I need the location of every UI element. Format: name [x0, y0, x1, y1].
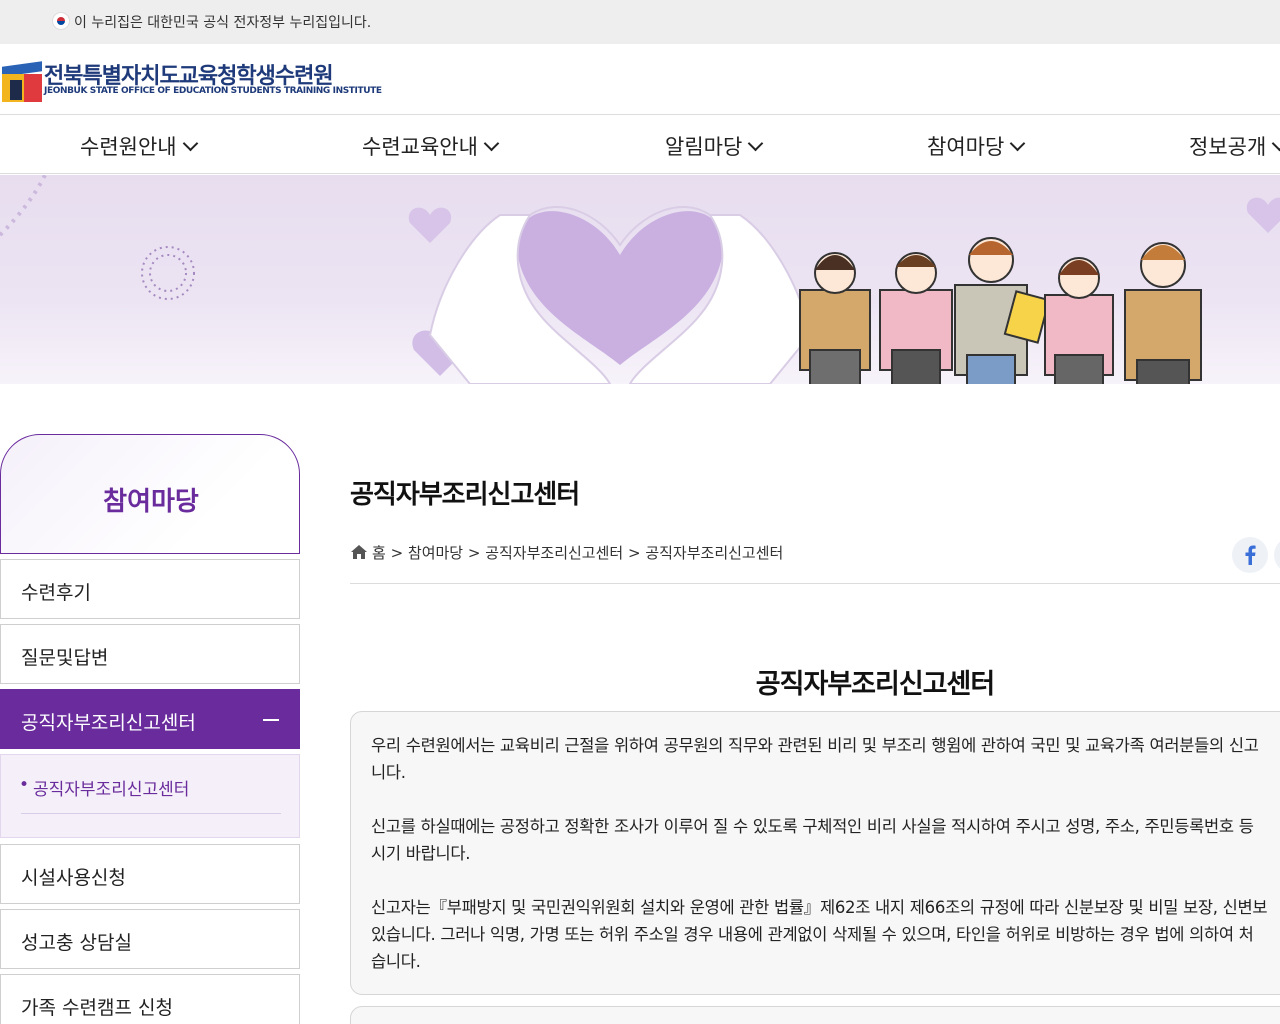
nav-label: 수련원안내 [80, 135, 177, 159]
section-title: 공직자부조리신고센터 [755, 669, 995, 700]
page-title: 공직자부조리신고센터 [350, 480, 580, 510]
nav-item-participation[interactable]: 참여마당 [927, 131, 1026, 161]
students-illustration [799, 237, 1202, 384]
nav-label: 수련교육안내 [362, 135, 478, 159]
chevron-down-icon [483, 135, 500, 152]
breadcrumb-path[interactable]: 홈 > 참여마당 > 공직자부조리신고센터 > 공직자부조리신고센터 [372, 544, 783, 562]
sidebar-item-corruption-report[interactable]: 공직자부조리신고센터 [0, 689, 300, 749]
share-button[interactable] [1274, 537, 1280, 573]
gov-identity-bar: 이 누리집은 대한민국 공식 전자정부 누리집입니다. [0, 0, 1280, 44]
logo-mark-icon [2, 58, 42, 102]
logo-english-name: JEONBUK STATE OFFICE OF EDUCATION STUDEN… [44, 86, 382, 96]
sidebar-item-review[interactable]: 수련후기 [0, 559, 300, 619]
sidebar-item-label: 가족 수련캠프 신청 [21, 997, 173, 1019]
nav-label: 참여마당 [927, 135, 1005, 159]
korea-flag-icon [52, 12, 70, 30]
sidebar-item-label: 성고충 상담실 [21, 932, 132, 954]
nav-label: 알림마당 [665, 135, 743, 159]
sidebar-item-label: 공직자부조리신고센터 [21, 712, 196, 734]
second-content-box [350, 1006, 1280, 1024]
chevron-down-icon [1272, 135, 1280, 152]
minus-icon [263, 719, 279, 721]
notice-paragraph: 신고자는『부패방지 및 국민권익위원회 설치와 운영에 관한 법률』제62조 내… [371, 898, 1268, 971]
main-navigation: 수련원안내 수련교육안내 알림마당 참여마당 정보공개 [0, 114, 1280, 174]
content-divider [350, 583, 1280, 584]
site-logo[interactable]: 전북특별자치도교육청학생수련원 JEONBUK STATE OFFICE OF … [2, 56, 382, 104]
submenu-item-corruption-report[interactable]: 공직자부조리신고센터 [19, 775, 189, 800]
nav-item-disclosure[interactable]: 정보공개 [1189, 131, 1280, 161]
sidebar-item-label: 질문및답변 [21, 647, 109, 669]
sidebar-item-label: 수련후기 [21, 582, 91, 604]
sidebar-item-qna[interactable]: 질문및답변 [0, 624, 300, 684]
sidebar-title-box: 참여마당 [0, 434, 300, 554]
breadcrumb: 홈 > 참여마당 > 공직자부조리신고센터 > 공직자부조리신고센터 [350, 542, 783, 563]
chevron-down-icon [182, 135, 198, 152]
sidebar-item-label: 시설사용신청 [21, 867, 126, 889]
sidebar-item-counseling[interactable]: 성고충 상담실 [0, 909, 300, 969]
sidebar-title: 참여마당 [103, 487, 199, 517]
nav-item-training-info[interactable]: 수련원안내 [80, 131, 198, 161]
facebook-icon [1245, 545, 1256, 565]
submenu-divider [21, 813, 281, 814]
gov-identity-text: 이 누리집은 대한민국 공식 전자정부 누리집입니다. [74, 15, 372, 31]
nav-item-education-info[interactable]: 수련교육안내 [362, 131, 500, 161]
home-icon[interactable] [350, 544, 368, 560]
nav-item-notice[interactable]: 알림마당 [665, 131, 764, 161]
facebook-share-button[interactable] [1232, 537, 1268, 573]
notice-paragraph: 신고를 하실때에는 공정하고 정확한 조사가 이루어 질 수 있도록 구체적인 … [371, 817, 1254, 863]
sub-visual-banner [0, 175, 1280, 384]
chevron-down-icon [748, 135, 764, 152]
sidebar-item-family-camp[interactable]: 가족 수련캠프 신청 [0, 974, 300, 1024]
notice-paragraph: 우리 수련원에서는 교육비리 근절을 위하여 공무원의 직무와 관련된 비리 및… [371, 736, 1259, 782]
nav-label: 정보공개 [1189, 135, 1267, 159]
chevron-down-icon [1010, 135, 1026, 152]
notice-box: 우리 수련원에서는 교육비리 근절을 위하여 공무원의 직무와 관련된 비리 및… [350, 711, 1280, 995]
sidebar-submenu: 공직자부조리신고센터 [0, 754, 300, 838]
banner-illustration [0, 175, 1280, 384]
sidebar-item-facility-request[interactable]: 시설사용신청 [0, 844, 300, 904]
